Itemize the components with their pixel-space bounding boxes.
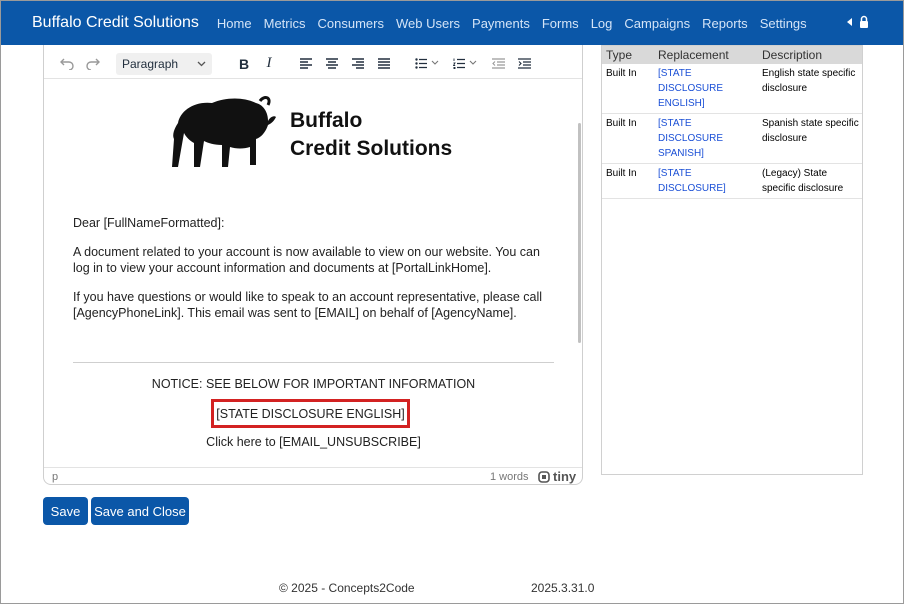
row-replacement: [STATE DISCLOSURE] <box>654 166 758 196</box>
content-divider <box>73 362 554 363</box>
company-logo: Buffalo Credit Solutions <box>164 93 464 173</box>
nav-forms[interactable]: Forms <box>542 16 579 31</box>
redo-icon[interactable] <box>84 52 102 76</box>
nav-reports[interactable]: Reports <box>702 16 748 31</box>
nav-payments[interactable]: Payments <box>472 16 530 31</box>
nav-web-users[interactable]: Web Users <box>396 16 460 31</box>
chevron-down-icon <box>197 61 206 66</box>
word-count[interactable]: 1 words <box>490 471 529 483</box>
rich-text-editor: Paragraph B I Buffalo Credit Solutions D… <box>43 45 583 485</box>
notice-text: NOTICE: SEE BELOW FOR IMPORTANT INFORMAT… <box>151 377 476 391</box>
numbered-list-icon[interactable] <box>452 52 478 76</box>
header-replacement: Replacement <box>658 48 729 62</box>
logo-line-1: Buffalo <box>290 109 363 132</box>
row-type: Built In <box>606 68 637 79</box>
nav-links: Home Metrics Consumers Web Users Payment… <box>217 16 819 31</box>
footer-copyright: © 2025 - Concepts2Code <box>279 581 415 595</box>
block-format-value: Paragraph <box>122 56 179 71</box>
row-description: (Legacy) State specific disclosure <box>762 168 844 194</box>
state-disclosure-text: [STATE DISCLOSURE ENGLISH] <box>216 406 405 421</box>
indent-icon[interactable] <box>516 52 532 76</box>
top-navbar: Buffalo Credit Solutions Home Metrics Co… <box>1 1 903 45</box>
table-row: Built In [STATE DISCLOSURE SPANISH] Span… <box>602 114 862 164</box>
table-row: Built In [STATE DISCLOSURE] (Legacy) Sta… <box>602 164 862 199</box>
tiny-label: tiny <box>553 469 577 484</box>
align-left-icon[interactable] <box>298 52 314 76</box>
align-right-icon[interactable] <box>350 52 366 76</box>
greeting-text: Dear [FullNameFormatted]: <box>73 216 225 230</box>
bullet-list-icon[interactable] <box>414 52 440 76</box>
replacement-link[interactable]: [STATE DISCLOSURE ENGLISH] <box>658 68 723 109</box>
bold-icon[interactable]: B <box>236 52 252 76</box>
save-and-close-button[interactable]: Save and Close <box>91 497 189 525</box>
footer-version: 2025.3.31.0 <box>531 581 595 595</box>
logo-text: Buffalo Credit Solutions <box>290 107 452 163</box>
row-description: English state specific disclosure <box>762 68 856 94</box>
replacement-link[interactable]: [STATE DISCLOSURE] <box>658 168 726 194</box>
nav-home[interactable]: Home <box>217 16 252 31</box>
table-row: Built In [STATE DISCLOSURE ENGLISH] Engl… <box>602 64 862 114</box>
element-path[interactable]: p <box>52 471 58 483</box>
save-button[interactable]: Save <box>43 497 88 525</box>
nav-consumers[interactable]: Consumers <box>318 16 384 31</box>
header-description: Description <box>762 48 823 62</box>
body-paragraph-2: If you have questions or would like to s… <box>73 290 543 320</box>
editor-toolbar: Paragraph B I <box>44 51 582 79</box>
editor-scrollbar[interactable] <box>578 123 581 343</box>
nav-log[interactable]: Log <box>591 16 613 31</box>
brand-title[interactable]: Buffalo Credit Solutions <box>32 14 199 32</box>
caret-left-icon <box>847 17 852 26</box>
row-replacement: [STATE DISCLOSURE SPANISH] <box>654 116 758 161</box>
state-disclosure-placeholder: [STATE DISCLOSURE ENGLISH] <box>211 399 410 428</box>
tiny-logo-icon <box>538 470 550 483</box>
tiny-branding[interactable]: tiny <box>538 469 576 484</box>
row-description: Spanish state specific disclosure <box>762 118 859 144</box>
replacement-link[interactable]: [STATE DISCLOSURE SPANISH] <box>658 118 723 159</box>
editor-statusbar: p 1 words tiny <box>44 467 582 485</box>
nav-metrics[interactable]: Metrics <box>264 16 306 31</box>
unsubscribe-text: Click here to [EMAIL_UNSUBSCRIBE] <box>206 435 421 449</box>
lock-icon <box>860 15 868 28</box>
table-header: Type Replacement Description <box>602 46 862 64</box>
align-justify-icon[interactable] <box>376 52 392 76</box>
nav-settings[interactable]: Settings <box>760 16 807 31</box>
header-type: Type <box>606 48 633 62</box>
replacements-panel: Type Replacement Description Built In [S… <box>601 45 863 475</box>
block-format-select[interactable]: Paragraph <box>116 52 212 75</box>
nav-campaigns[interactable]: Campaigns <box>624 16 690 31</box>
logo-line-2: Credit Solutions <box>290 137 453 160</box>
italic-icon[interactable]: I <box>262 52 276 76</box>
editor-content[interactable]: Buffalo Credit Solutions Dear [FullNameF… <box>44 81 582 465</box>
outdent-icon[interactable] <box>490 52 506 76</box>
body-paragraph-1: A document related to your account is no… <box>73 245 540 275</box>
align-center-icon[interactable] <box>324 52 340 76</box>
undo-icon[interactable] <box>58 52 76 76</box>
row-type: Built In <box>606 118 637 129</box>
buffalo-icon <box>172 96 276 167</box>
row-replacement: [STATE DISCLOSURE ENGLISH] <box>654 66 758 111</box>
row-type: Built In <box>606 168 637 179</box>
user-menu[interactable] <box>847 15 869 28</box>
